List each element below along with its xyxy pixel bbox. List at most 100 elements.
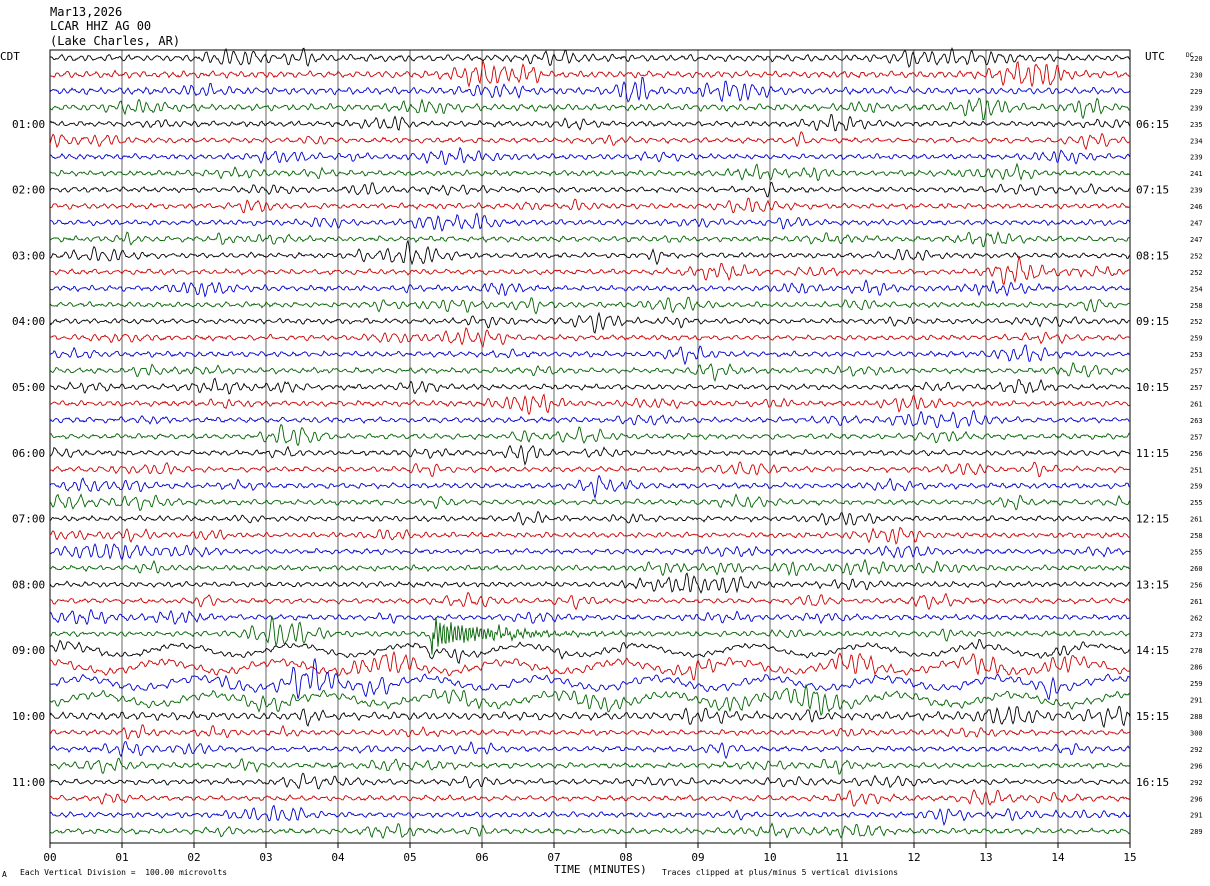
dc-offset-label: 300	[1190, 729, 1203, 737]
left-hour-label: 08:00	[12, 578, 45, 591]
seismic-trace	[49, 772, 1131, 790]
seismic-trace	[49, 608, 1131, 626]
seismic-trace	[49, 822, 1131, 840]
x-tick-label: 03	[259, 851, 272, 864]
seismic-trace	[49, 740, 1131, 760]
dc-offset-label: 289	[1190, 828, 1203, 836]
seismic-trace	[49, 423, 1131, 447]
seismic-trace	[49, 113, 1131, 132]
seismic-trace	[49, 572, 1130, 594]
dc-offset-label: 296	[1190, 762, 1203, 770]
scale-note: Each Vertical Division = 100.00 microvol…	[20, 868, 228, 877]
seismic-trace	[49, 789, 1131, 807]
dc-offset-label: 257	[1190, 433, 1203, 441]
dc-offset-label: 239	[1190, 187, 1203, 195]
dc-offset-label: 261	[1190, 400, 1203, 408]
seismic-trace	[49, 393, 1131, 416]
seismic-trace	[49, 493, 1131, 512]
x-tick-label: 00	[43, 851, 56, 864]
seismic-trace	[49, 377, 1131, 395]
seismic-trace	[49, 197, 1131, 214]
dc-offset-label: 252	[1190, 269, 1203, 277]
clip-note: Traces clipped at plus/minus 5 vertical …	[662, 868, 899, 877]
dc-offset-label: 239	[1190, 104, 1203, 112]
seismic-trace	[49, 591, 1131, 611]
dc-offset-label: 234	[1190, 137, 1203, 145]
dc-offset-label: 239	[1190, 154, 1203, 162]
seismic-trace	[49, 146, 1131, 165]
seismic-trace	[49, 510, 1131, 526]
x-tick-label: 02	[187, 851, 200, 864]
seismic-trace	[49, 461, 1131, 478]
left-hour-label: 11:00	[12, 776, 45, 789]
dc-offset-label: 259	[1190, 483, 1203, 491]
dc-offset-label: 292	[1190, 746, 1203, 754]
right-hour-label: 13:15	[1136, 578, 1169, 591]
x-tick-label: 11	[835, 851, 848, 864]
dc-offset-label: 261	[1190, 598, 1203, 606]
dc-offset-label: 263	[1190, 417, 1203, 425]
dc-offset-label: 291	[1190, 812, 1203, 820]
seismic-trace	[49, 59, 1131, 88]
right-hour-label: 07:15	[1136, 184, 1169, 197]
dc-offset-label: 262	[1190, 614, 1203, 622]
left-hour-label: 04:00	[12, 315, 45, 328]
seismic-trace	[49, 804, 1131, 827]
seismic-trace	[49, 131, 1131, 151]
dc-offset-label: 258	[1190, 302, 1203, 310]
seismic-trace	[49, 757, 1131, 775]
dc-offset-label: 252	[1190, 252, 1203, 260]
x-axis-title: TIME (MINUTES)	[554, 863, 647, 876]
seismic-trace	[49, 212, 1131, 232]
dc-offset-label: 273	[1190, 631, 1203, 639]
right-hour-label: 15:15	[1136, 710, 1169, 723]
dc-offset-label: 241	[1190, 170, 1203, 178]
dc-offset-label: 246	[1190, 203, 1203, 211]
dc-offset-label: 259	[1190, 680, 1203, 688]
seismic-trace	[49, 296, 1131, 315]
seismic-trace	[49, 361, 1131, 382]
right-hour-label: 14:15	[1136, 644, 1169, 657]
dc-offset-label: 292	[1190, 779, 1203, 787]
seismic-trace	[49, 327, 1131, 348]
seismic-trace	[49, 724, 1131, 740]
seismic-trace	[49, 558, 1131, 577]
seismic-trace	[49, 181, 1131, 198]
x-tick-label: 14	[1051, 851, 1065, 864]
seismic-trace	[49, 616, 1130, 655]
dc-offset-label: 296	[1190, 795, 1203, 803]
dc-offset-label: 251	[1190, 466, 1203, 474]
plot-frame	[49, 49, 1131, 844]
seismic-trace	[49, 97, 1131, 120]
right-hour-label: 08:15	[1136, 249, 1169, 262]
dc-offset-label: 286	[1190, 664, 1203, 672]
right-hour-label: 09:15	[1136, 315, 1169, 328]
dc-offset-label: 255	[1190, 549, 1203, 557]
left-hour-label: 06:00	[12, 447, 45, 460]
seismic-trace	[49, 239, 1131, 266]
seismic-trace	[49, 705, 1131, 729]
dc-offset-label: 252	[1190, 318, 1203, 326]
dc-offset-label: 229	[1190, 88, 1203, 96]
x-tick-label: 09	[691, 851, 704, 864]
dc-offset-label: 261	[1190, 516, 1203, 524]
dc-offset-label: 230	[1190, 71, 1203, 79]
corner-mark: A	[2, 870, 7, 879]
right-hour-label: 11:15	[1136, 447, 1169, 460]
dc-offset-label: 257	[1190, 384, 1203, 392]
dc-offset-label: 256	[1190, 581, 1203, 589]
seismic-trace	[49, 526, 1131, 545]
seismic-trace	[49, 255, 1130, 286]
x-tick-label: 13	[979, 851, 992, 864]
dc-offset-label: 257	[1190, 368, 1203, 376]
left-hour-label: 07:00	[12, 513, 45, 526]
dc-offset-label: 247	[1190, 236, 1203, 244]
dc-offset-label: 291	[1190, 697, 1203, 705]
left-timezone-label: CDT	[0, 50, 20, 63]
x-tick-label: 04	[331, 851, 345, 864]
dc-offset-label: 254	[1190, 285, 1203, 293]
seismic-trace	[49, 409, 1131, 429]
dc-offset-label: 258	[1190, 532, 1203, 540]
left-hour-label: 09:00	[12, 644, 45, 657]
x-tick-label: 05	[403, 851, 416, 864]
